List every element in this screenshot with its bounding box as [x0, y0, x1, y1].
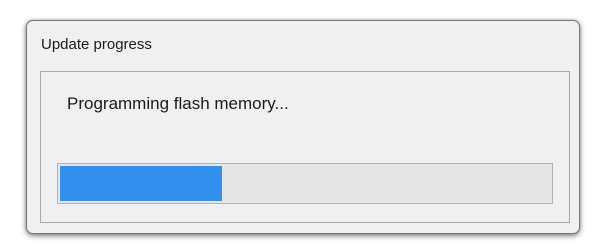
content-panel: Programming flash memory... — [40, 71, 570, 223]
title-bar[interactable]: Update progress — [27, 21, 579, 67]
progress-bar-fill — [60, 166, 222, 201]
update-progress-dialog: Update progress Programming flash memory… — [26, 20, 580, 234]
window-title: Update progress — [41, 36, 152, 53]
progress-bar — [57, 163, 553, 204]
status-message: Programming flash memory... — [67, 94, 289, 113]
